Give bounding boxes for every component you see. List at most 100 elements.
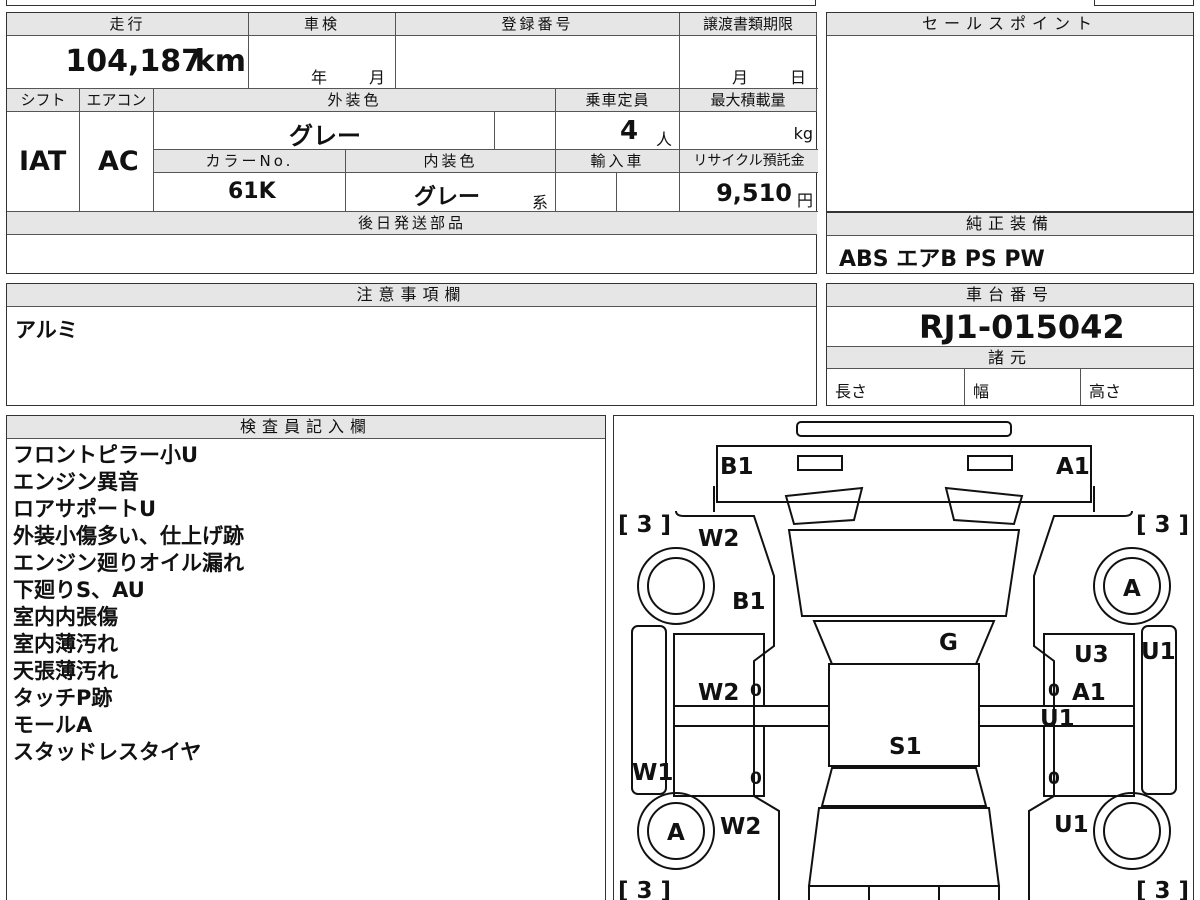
rear-bumper-left — [808, 885, 870, 900]
color-no-cell: 61K — [154, 173, 346, 212]
spec-length-label: 長さ — [835, 382, 868, 401]
trunk — [807, 807, 1001, 887]
inspection-cell: 年 月 — [249, 36, 396, 89]
equipment-label: 純正装備 — [827, 213, 1193, 236]
transfer-label: 譲渡書類期限 — [680, 13, 817, 36]
later-parts-label: 後日発送部品 — [7, 212, 817, 235]
import-cell-b — [617, 173, 680, 212]
inspector-line: モールA — [13, 713, 93, 737]
interior-color-label: 内装色 — [346, 150, 556, 173]
chassis-label: 車台番号 — [827, 284, 1193, 307]
mark-quarter-right: U1 — [1054, 812, 1089, 838]
exterior-color-cell: グレー — [154, 112, 495, 150]
zero-1: 0 — [750, 681, 762, 701]
windshield — [812, 620, 996, 665]
recycle-label: リサイクル預託金 — [680, 150, 818, 173]
inspector-line: ロアサポートU — [13, 497, 157, 521]
registration-label: 登録番号 — [396, 13, 680, 36]
inspector-line: 外装小傷多い、仕上げ跡 — [13, 524, 244, 548]
notes-value: アルミ — [15, 318, 78, 342]
spec-width: 幅 — [965, 369, 1081, 405]
inspector-line: エンジン廻りオイル漏れ — [13, 551, 244, 575]
inspector-line: タッチP跡 — [13, 686, 113, 710]
spec-length: 長さ — [827, 369, 965, 405]
notes-box: 注意事項欄 アルミ — [6, 283, 817, 406]
capacity-label: 乗車定員 — [556, 89, 680, 112]
specs-label: 諸元 — [827, 346, 1193, 369]
front-panel — [716, 445, 1092, 503]
inspector-line: エンジン異音 — [13, 470, 139, 494]
mark-front-right: A1 — [1056, 454, 1090, 480]
zero-2: 0 — [1048, 681, 1060, 701]
inspector-line: フロントピラー小U — [13, 443, 199, 467]
aircon-cell: AC — [80, 112, 154, 212]
mark-pillar-right: U1 — [1141, 639, 1176, 665]
import-cell-a — [556, 173, 617, 212]
aircon-label: エアコン — [80, 89, 154, 112]
shift-cell: IAT — [7, 112, 80, 212]
recycle-value: 9,510 — [716, 179, 792, 207]
interior-color-value: グレー — [414, 185, 481, 210]
max-load-cell: kg — [680, 112, 818, 150]
inspector-line: 室内内張傷 — [13, 605, 118, 629]
transfer-cell: 月 日 — [680, 36, 818, 89]
zero-3: 0 — [750, 769, 762, 789]
mileage-label: 走行 — [7, 13, 249, 36]
spec-height-label: 高さ — [1089, 382, 1122, 401]
equipment-box: 純正装備 ABS エアB PS PW — [826, 212, 1194, 274]
mark-windshield: G — [939, 630, 958, 656]
inspection-label: 車検 — [249, 13, 396, 36]
car-diagram-svg: B1 A1 [ 3 ] [ 3 ] W2 A B1 G U3 U1 W2 A1 … — [618, 421, 1189, 900]
sales-point-box: セールスポイント — [826, 12, 1194, 212]
inspector-line: 室内薄汚れ — [13, 632, 118, 656]
recycle-unit: 円 — [796, 191, 813, 210]
mileage-unit: km — [194, 44, 246, 79]
mark-wheel-left-rear: A — [667, 820, 685, 846]
zero-4: 0 — [1048, 769, 1060, 789]
chassis-box: 車台番号 RJ1-015042 諸元 長さ 幅 高さ — [826, 283, 1194, 406]
shift-value: IAT — [19, 146, 67, 177]
capacity-cell: 4 人 — [556, 112, 680, 150]
mark-wheel-right: A — [1123, 576, 1141, 602]
color-no-value: 61K — [228, 179, 276, 204]
rear-bumper-right — [938, 885, 1000, 900]
tire-count-tl: [ 3 ] — [618, 512, 671, 538]
inspector-lines: フロントピラー小U エンジン異音 ロアサポートU 外装小傷多い、仕上げ跡 エンジン廻りオ… — [13, 442, 244, 766]
inspection-year: 年 — [311, 68, 328, 87]
max-load-label: 最大積載量 — [680, 89, 817, 112]
equipment-value: ABS エアB PS PW — [839, 247, 1045, 272]
inspector-line: 天張薄汚れ — [13, 659, 118, 683]
max-load-unit: kg — [793, 124, 813, 143]
mark-rocker-left: W1 — [632, 760, 673, 786]
wheel-rear-right — [1093, 792, 1171, 870]
inspector-line: スタッドレスタイヤ — [13, 740, 202, 764]
mark-door-right-mid: U1 — [1040, 706, 1075, 732]
hood — [787, 529, 1021, 617]
pillar-left — [673, 705, 830, 727]
spec-table: 走行 車検 登録番号 譲渡書類期限 104,187 km 年 月 月 日 シフト… — [6, 12, 818, 274]
car-diagram: B1 A1 [ 3 ] [ 3 ] W2 A B1 G U3 U1 W2 A1 … — [613, 415, 1194, 900]
interior-color-cell: グレー 系 — [346, 173, 556, 212]
transfer-month: 月 — [732, 68, 749, 87]
aircon-value: AC — [98, 146, 139, 177]
recycle-cell: 9,510 円 — [680, 173, 818, 212]
front-corners — [713, 486, 1095, 512]
mark-roof: S1 — [889, 734, 922, 760]
rear-window — [820, 767, 988, 807]
front-lamp-left — [784, 486, 864, 526]
shift-label: シフト — [7, 89, 80, 112]
import-label: 輸入車 — [556, 150, 680, 173]
registration-cell — [396, 36, 680, 89]
tire-count-bl: [ 3 ] — [618, 878, 671, 900]
exterior-color-extra — [495, 112, 556, 150]
capacity-unit: 人 — [656, 130, 673, 149]
front-lamp-right — [944, 486, 1024, 526]
mileage-value: 104,187 — [65, 44, 202, 79]
exterior-color-label: 外装色 — [154, 89, 556, 112]
spec-width-label: 幅 — [973, 382, 990, 401]
mark-hood-left: B1 — [732, 589, 766, 615]
notes-label: 注意事項欄 — [7, 284, 816, 307]
interior-color-suffix: 系 — [532, 193, 549, 212]
inspector-label: 検査員記入欄 — [7, 416, 605, 439]
mark-quarter-left: W2 — [720, 814, 761, 840]
